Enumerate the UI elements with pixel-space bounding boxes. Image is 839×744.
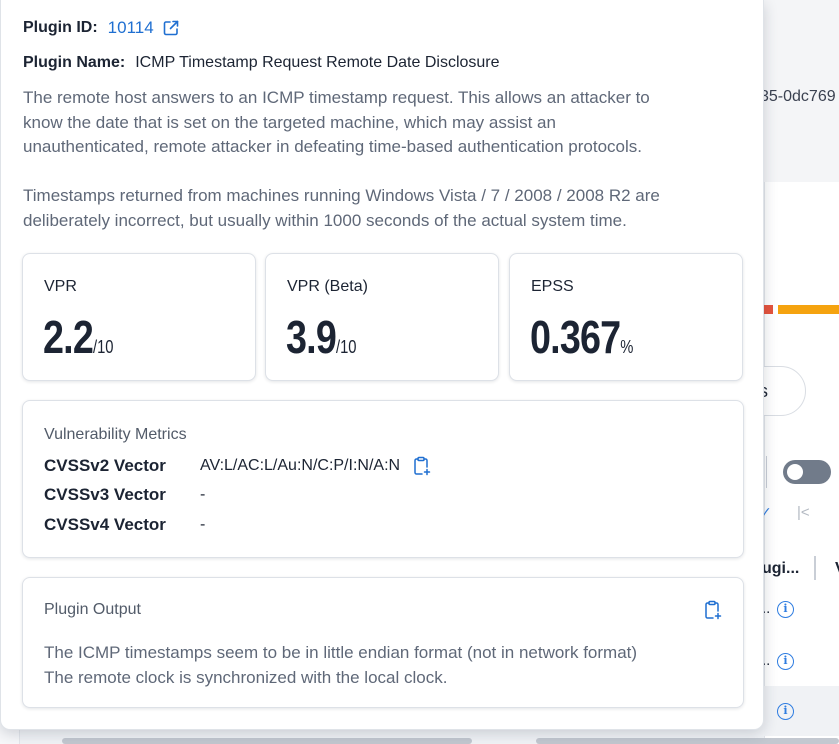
vpr-unit: /10 (92, 337, 114, 357)
vpr-beta-card: VPR (Beta) 3.9/10 (265, 253, 499, 381)
cvssv2-value: AV:L/AC:L/Au:N/C:P/I:N/A:N (200, 457, 401, 474)
horizontal-scrollbar[interactable] (536, 738, 839, 744)
cvssv4-label: CVSSv4 Vector (44, 515, 166, 534)
vpr-label: VPR (44, 278, 77, 295)
cvssv2-row: CVSSv2 Vector AV:L/AC:L/Au:N/C:P/I:N/A:N (44, 455, 432, 477)
plugin-name-row: Plugin Name: ICMP Timestamp Request Remo… (23, 54, 500, 72)
vpr-beta-unit: /10 (335, 337, 357, 357)
vpr-beta-number: 3.9 (286, 311, 337, 363)
view-toggle[interactable] (783, 460, 831, 484)
info-icon[interactable]: i (777, 703, 794, 720)
toolbar-divider (766, 456, 767, 488)
info-icon[interactable]: i (777, 601, 794, 618)
vpr-beta-value: 3.9/10 (286, 310, 357, 364)
plugin-output-text: The ICMP timestamps seem to be in little… (44, 643, 638, 687)
severity-bar-medium (778, 305, 839, 314)
epss-unit: % (620, 337, 634, 357)
cvssv3-row: CVSSv3 Vector - (44, 485, 205, 505)
column-header-plugin[interactable]: ugi... (762, 560, 799, 578)
vpr-beta-label: VPR (Beta) (287, 278, 368, 295)
plugin-id-row: Plugin ID: 10114 (23, 18, 180, 38)
vpr-value: 2.2/10 (43, 310, 114, 364)
cvssv3-label: CVSSv3 Vector (44, 485, 166, 504)
first-page-icon[interactable]: |< (797, 504, 810, 521)
plugin-id-link[interactable]: 10114 (108, 18, 154, 38)
vpr-card: VPR 2.2/10 (22, 253, 256, 381)
cvssv4-value: - (200, 516, 206, 533)
epss-value: 0.367% (530, 310, 633, 364)
external-link-icon[interactable] (162, 19, 180, 37)
plugin-details-popover: Plugin ID: 10114 Plugin Name: ICMP Times… (0, 0, 764, 730)
cvssv4-row: CVSSv4 Vector - (44, 515, 205, 535)
epss-number: 0.367 (530, 311, 621, 363)
table-row-selected[interactable] (764, 686, 839, 736)
plugin-name-label: Plugin Name: (23, 54, 126, 71)
plugin-description: The remote host answers to an ICMP times… (23, 88, 660, 230)
vpr-number: 2.2 (43, 311, 94, 363)
epss-label: EPSS (531, 278, 574, 295)
vulnerability-metrics-card: Vulnerability Metrics CVSSv2 Vector AV:L… (22, 400, 744, 558)
epss-card: EPSS 0.367% (509, 253, 743, 381)
horizontal-scrollbar[interactable] (62, 738, 472, 744)
info-icon[interactable]: i (777, 653, 794, 670)
cvssv2-label: CVSSv2 Vector (44, 456, 166, 475)
plugin-output-card: Plugin Output The ICMP timestamps seem t… (22, 577, 744, 708)
metrics-title: Vulnerability Metrics (44, 426, 187, 443)
asset-id-text: 35-0dc769 (760, 88, 836, 105)
copy-icon[interactable] (412, 455, 432, 477)
plugin-output-title: Plugin Output (44, 601, 141, 618)
plugin-id-label: Plugin ID: (23, 19, 98, 36)
plugin-name-value: ICMP Timestamp Request Remote Date Discl… (135, 54, 500, 71)
column-separator (814, 556, 816, 580)
column-header-next[interactable]: V (835, 560, 839, 578)
copy-icon[interactable] (703, 599, 723, 621)
cvssv3-value: - (200, 486, 206, 503)
